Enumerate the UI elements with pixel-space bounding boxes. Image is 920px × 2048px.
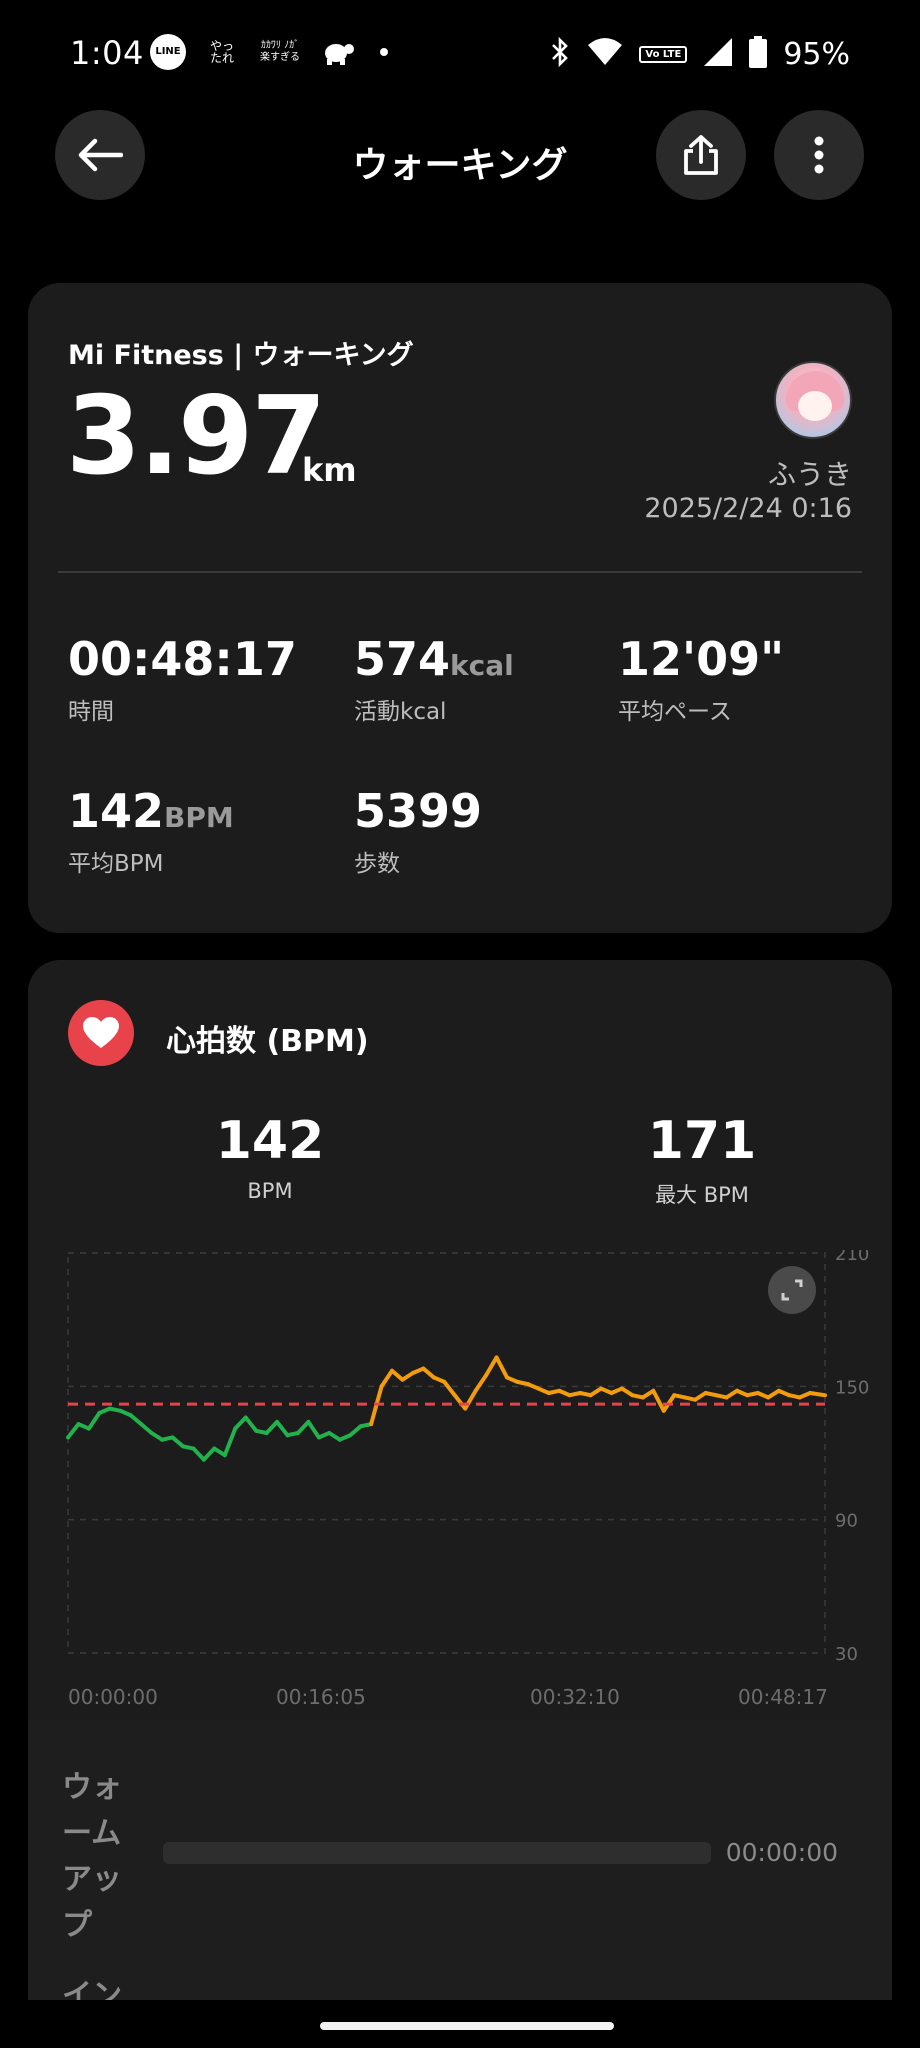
more-vert-icon: [814, 136, 824, 174]
y-tick-label: 90: [835, 1511, 858, 1532]
hr-series-segment: [651, 1388, 666, 1413]
yattare-app-icon: やっ たれ: [209, 39, 234, 65]
hr-series-segment: [170, 1435, 185, 1449]
line-app-icon: LINE: [150, 34, 186, 70]
stat-steps: 5399 歩数: [354, 788, 482, 878]
stat-calories-unit: kcal: [450, 649, 514, 682]
max-bpm-value: 171: [647, 1111, 757, 1171]
stat-pace: 12'09" 平均ペース: [618, 636, 784, 726]
battery-icon: [749, 36, 768, 72]
heart-icon: [83, 1017, 119, 1048]
kakawari-app-icon: ｶｶﾜﾘ ﾉｶﾞ 楽すぎる: [260, 40, 300, 63]
signal-icon: [703, 37, 733, 71]
hr-series-segment: [494, 1355, 509, 1380]
stat-steps-label: 歩数: [354, 851, 400, 877]
hr-series-segment: [348, 1424, 363, 1438]
home-indicator[interactable]: [320, 2022, 614, 2030]
distance-value: 3.97: [66, 374, 326, 499]
avatar[interactable]: [774, 361, 852, 439]
hr-series-segment: [233, 1415, 248, 1431]
avg-bpm-value: 142: [215, 1111, 325, 1171]
hr-series-segment: [128, 1413, 144, 1427]
x-tick-label: 00:48:17: [738, 1685, 828, 1709]
stat-avg-bpm-value: 142: [68, 784, 165, 838]
workout-datetime: 2025/2/24 0:16: [644, 493, 852, 524]
hr-series-segment: [201, 1446, 217, 1462]
x-tick-label: 00:16:05: [276, 1685, 366, 1709]
divider: [58, 571, 862, 573]
hr-series-segment: [139, 1422, 154, 1435]
zone-warmup-bar: [163, 1842, 711, 1864]
stat-pace-label: 平均ペース: [618, 699, 732, 725]
wifi-icon: [587, 37, 623, 71]
max-bpm-stat: 171 最大 BPM: [552, 1115, 852, 1209]
heart-rate-chart[interactable]: 210 150 90 30: [28, 1250, 892, 1700]
zone-next-label: イン: [62, 1978, 122, 2000]
hr-series-segment: [379, 1368, 395, 1389]
heart-badge: [68, 1000, 134, 1066]
hr-series-segment: [452, 1393, 468, 1411]
expand-icon: [768, 1266, 816, 1314]
stat-calories-label: 活動kcal: [354, 699, 447, 725]
stat-calories: 574kcal 活動kcal: [354, 636, 514, 726]
avg-bpm-stat: 142 BPM: [120, 1115, 420, 1203]
user-name: ふうき: [767, 458, 852, 491]
avatar-face: [798, 391, 832, 421]
y-tick-label: 210: [835, 1250, 869, 1265]
workout-summary-card: Mi Fitness | ウォーキング 3.97 km ふうき 2025/2/2…: [28, 283, 892, 933]
hr-series-segment: [191, 1446, 206, 1462]
stat-avg-bpm-label: 平均BPM: [68, 851, 164, 877]
stat-duration-label: 時間: [68, 699, 114, 725]
hr-series-segment: [306, 1419, 321, 1440]
stat-steps-value: 5399: [354, 784, 483, 838]
distance-unit: km: [302, 451, 357, 489]
hr-series-segment: [243, 1415, 259, 1433]
hr-series-segment: [264, 1419, 280, 1435]
more-notifications-dot: [380, 48, 388, 56]
hr-series-segment: [421, 1366, 436, 1380]
status-bar: 1:04 LINE やっ たれ ｶｶﾜﾘ ﾉｶﾞ 楽すぎる Vo LTE 95%: [0, 0, 920, 106]
zone-warmup-label: ウォ ーム アッ プ: [62, 1770, 122, 1943]
battery-percent: 95%: [783, 36, 850, 72]
stat-calories-value: 574: [354, 632, 451, 686]
expand-chart-button[interactable]: [768, 1266, 816, 1314]
hr-series-segment: [275, 1419, 290, 1438]
stat-duration: 00:48:17 時間: [68, 636, 297, 726]
x-tick-label: 00:00:00: [68, 1685, 158, 1709]
y-tick-label: 30: [835, 1644, 858, 1665]
notification-icons: LINE やっ たれ ｶｶﾜﾘ ﾉｶﾞ 楽すぎる: [150, 34, 388, 70]
zone-warmup-time: 00:00:00: [725, 1838, 838, 1867]
more-options-button[interactable]: [774, 110, 864, 200]
hr-series-segment: [86, 1411, 102, 1431]
y-tick-label: 150: [835, 1377, 869, 1398]
chart-frame: [67, 1252, 826, 1654]
status-time: 1:04: [70, 34, 144, 72]
heart-rate-card: 心拍数 (BPM) 142 BPM 171 最大 BPM 210 150 90 30 …: [28, 960, 892, 2000]
stat-avg-bpm-unit: BPM: [164, 801, 234, 834]
hr-series-segment: [808, 1391, 827, 1398]
max-bpm-label: 最大 BPM: [655, 1183, 749, 1207]
hr-series-segment: [484, 1355, 499, 1378]
stat-avg-bpm: 142BPM 平均BPM: [68, 788, 234, 878]
top-bar: ウォーキング: [0, 110, 920, 202]
hr-series-segment: [390, 1368, 405, 1382]
hr-series-segment: [66, 1422, 81, 1440]
share-icon: [684, 135, 718, 175]
heart-rate-title: 心拍数 (BPM): [166, 1024, 369, 1059]
volte-icon: Vo LTE: [639, 45, 688, 63]
bluetooth-icon: [549, 36, 571, 72]
share-button[interactable]: [656, 110, 746, 200]
hr-series-segment: [442, 1379, 457, 1398]
hr-series-segment: [473, 1373, 489, 1393]
stat-duration-value: 00:48:17: [68, 632, 297, 686]
activity-source: Mi Fitness | ウォーキング: [68, 340, 414, 371]
hr-series-segment: [463, 1388, 478, 1411]
hr-series-segment: [295, 1419, 311, 1435]
x-tick-label: 00:32:10: [530, 1685, 620, 1709]
avg-bpm-label: BPM: [247, 1179, 293, 1203]
hr-series-segment: [222, 1426, 238, 1458]
turtle-app-icon: [320, 34, 356, 70]
stat-pace-value: 12'09": [618, 632, 785, 686]
system-icons: Vo LTE 95%: [549, 36, 850, 72]
